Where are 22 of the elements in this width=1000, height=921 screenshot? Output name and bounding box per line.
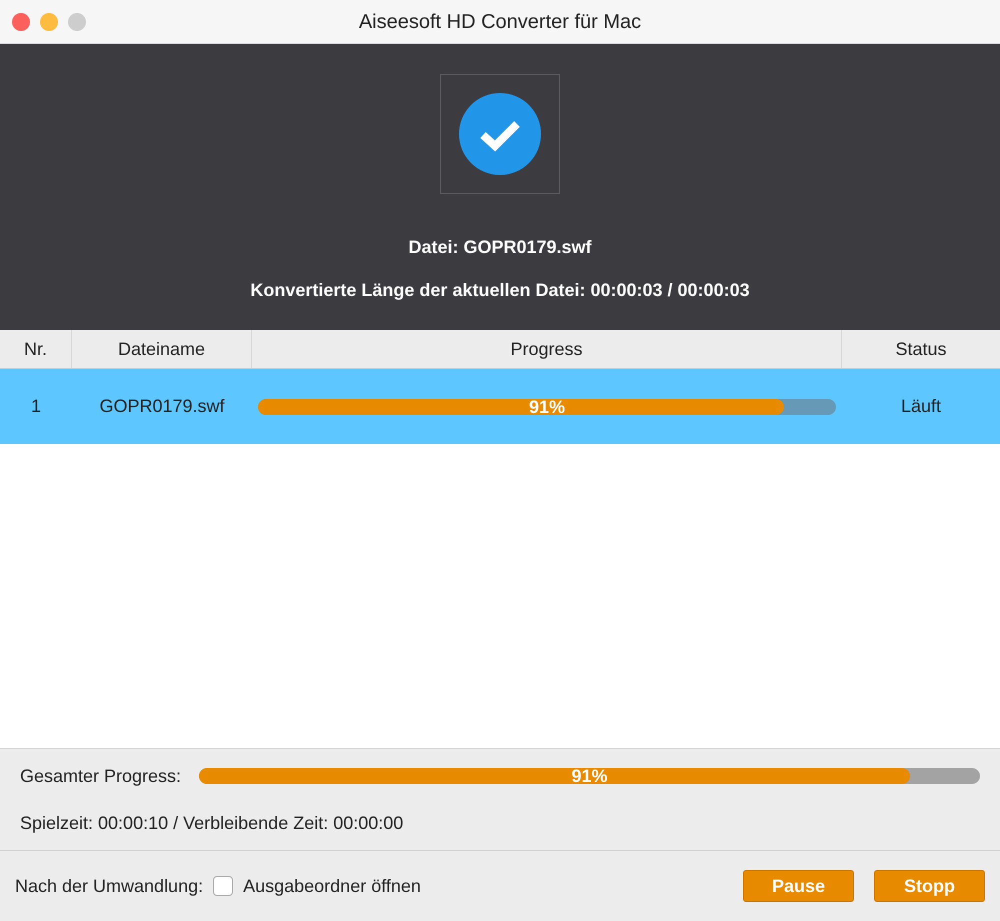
table-cell-text: Läuft [900, 395, 942, 418]
close-icon[interactable] [12, 13, 30, 31]
progress-percent: 91% [570, 768, 609, 784]
table-cell-text: 1 [30, 395, 42, 418]
time-text: Spielzeit: 00:00:10 / Verbleibende Zeit: 00:00:00 [20, 812, 404, 835]
converted-length-text: Konvertierte Länge der aktuellen Datei: 00:00:03 / 00:00:03 [250, 279, 750, 302]
table-cell-text: GOPR0179.swf [98, 395, 226, 418]
column-header[interactable]: Status [842, 330, 1000, 368]
open-folder-label[interactable]: Ausgabeordner öffnen [243, 872, 421, 900]
column-header[interactable]: Progress [252, 330, 842, 368]
checkmark-icon [459, 93, 541, 175]
after-conversion-label: Nach der Umwandlung: [15, 874, 204, 898]
table-row[interactable]: 1 GOPR0179.swf 91% Läuft [0, 369, 1000, 444]
file-name-text: Datei: GOPR0179.swf [408, 236, 592, 259]
checkbox[interactable] [213, 876, 234, 896]
minimize-icon[interactable] [40, 13, 58, 31]
zoom-icon[interactable] [68, 13, 86, 31]
column-header[interactable]: Dateiname [72, 330, 252, 368]
progress-percent: 91% [528, 398, 566, 414]
column-header[interactable]: Nr. [0, 330, 72, 368]
window-title: Aiseesoft HD Converter für Mac [358, 10, 642, 34]
total-progress-label: Gesamter Progress: [20, 764, 182, 788]
